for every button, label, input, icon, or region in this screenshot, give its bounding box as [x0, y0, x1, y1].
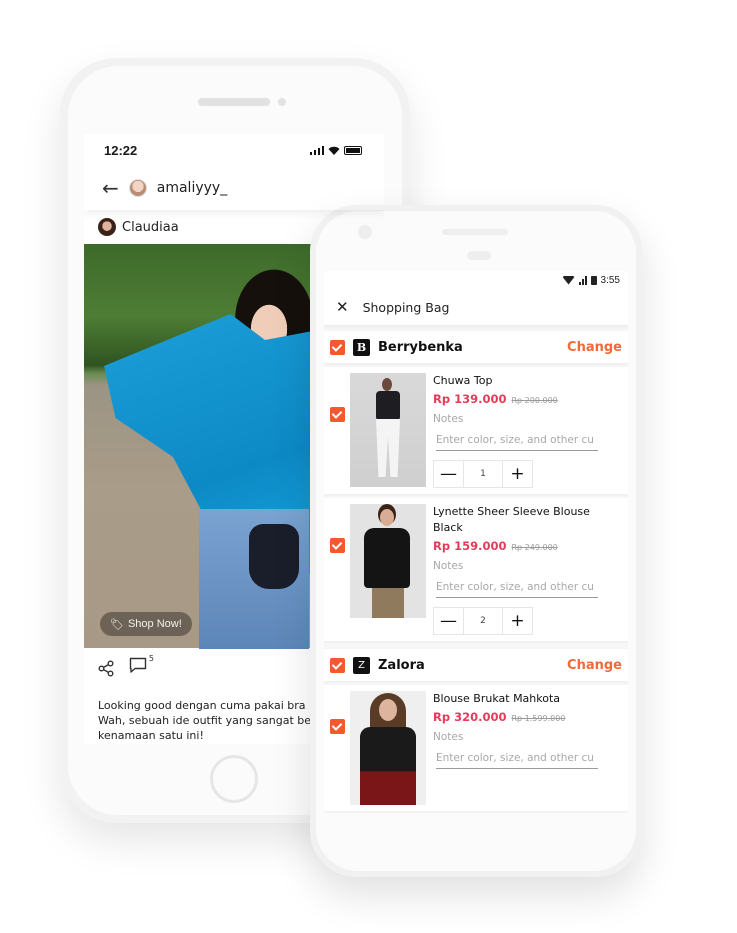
cart-item: Blouse Brukat Mahkota Rp 320.000 Rp 1.59… [324, 685, 628, 811]
shop-now-button[interactable]: 🏷 Shop Now! [100, 612, 192, 636]
app-bar: ✕ Shopping Bag [324, 289, 628, 325]
author-name[interactable]: Claudiaa [122, 220, 179, 235]
decrement-button[interactable]: — [434, 608, 463, 634]
share-icon[interactable] [98, 660, 115, 677]
store-header-zalora: Z Zalora Change [324, 649, 628, 681]
author-avatar[interactable] [98, 218, 116, 236]
notes-input[interactable] [436, 750, 598, 769]
tag-icon: 🏷 [110, 618, 124, 631]
status-bar: 3:55 [324, 271, 628, 289]
user-avatar[interactable] [128, 179, 147, 197]
product-name[interactable]: Blouse Brukat Mahkota [433, 691, 599, 707]
store-checkbox[interactable] [330, 657, 345, 673]
product-price: Rp 320.000 Rp 1.599.000 [433, 710, 599, 724]
store-name: Zalora [378, 657, 425, 673]
increment-button[interactable]: + [503, 461, 532, 487]
sale-price: Rp 139.000 [433, 392, 507, 406]
notes-label: Notes [433, 731, 464, 743]
change-button[interactable]: Change [567, 340, 622, 355]
battery-icon [590, 275, 597, 285]
original-price: Rp 200.000 [511, 396, 558, 405]
product-name[interactable]: Chuwa Top [433, 373, 599, 389]
status-icons [309, 145, 362, 155]
store-name: Berrybenka [378, 339, 463, 355]
store-logo: Z [353, 656, 370, 674]
quantity-stepper: — 1 + [433, 460, 533, 488]
photo-bag [249, 524, 299, 589]
phone-speaker [198, 98, 270, 106]
signal-icon [578, 275, 587, 285]
decrement-button[interactable]: — [434, 461, 463, 487]
home-button[interactable] [210, 755, 258, 803]
change-button[interactable]: Change [567, 658, 622, 673]
quantity-value[interactable]: 1 [463, 461, 503, 487]
wifi-icon [562, 275, 575, 285]
comment-icon [129, 657, 147, 673]
increment-button[interactable]: + [503, 608, 532, 634]
comment-count: 5 [148, 654, 154, 663]
item-checkbox[interactable] [330, 407, 345, 422]
shopping-bag-screen: 3:55 ✕ Shopping Bag B Berrybenka Change … [324, 271, 628, 813]
close-icon[interactable]: ✕ [336, 298, 349, 316]
status-time: 3:55 [600, 274, 620, 286]
sale-price: Rp 320.000 [433, 710, 507, 724]
comment-button[interactable]: 5 [129, 654, 154, 679]
item-checkbox[interactable] [330, 538, 345, 553]
notes-input[interactable] [436, 432, 598, 451]
product-price: Rp 159.000 Rp 249.000 [433, 539, 599, 553]
cart-item: Chuwa Top Rp 139.000 Rp 200.000 Notes — … [324, 367, 628, 494]
store-checkbox[interactable] [330, 339, 345, 355]
header-username[interactable]: amaliyyy_ [157, 180, 227, 196]
back-arrow-icon[interactable]: ← [102, 176, 119, 200]
product-name[interactable]: Lynette Sheer Sleeve Blouse Black [433, 504, 599, 536]
store-header-berrybenka: B Berrybenka Change [324, 331, 628, 363]
phone-camera [278, 98, 286, 106]
phone-camera [358, 225, 372, 239]
shop-now-label: Shop Now! [127, 618, 182, 630]
signal-icon [309, 145, 324, 155]
status-bar: 12:22 [84, 134, 384, 166]
profile-header: ← amaliyyy_ [84, 166, 384, 210]
sale-price: Rp 159.000 [433, 539, 507, 553]
notes-label: Notes [433, 413, 464, 425]
product-image[interactable] [350, 504, 426, 618]
product-price: Rp 139.000 Rp 200.000 [433, 392, 599, 406]
battery-icon [344, 145, 362, 155]
store-logo: B [353, 338, 370, 356]
status-time: 12:22 [104, 142, 138, 158]
original-price: Rp 1.599.000 [511, 714, 566, 723]
phone-speaker [442, 229, 508, 235]
product-image[interactable] [350, 373, 426, 487]
quantity-value[interactable]: 2 [463, 608, 503, 634]
wifi-icon [328, 146, 340, 155]
quantity-stepper: — 2 + [433, 607, 533, 635]
shopping-phone-mockup: 3:55 ✕ Shopping Bag B Berrybenka Change … [310, 205, 642, 877]
phone-sensor [467, 251, 491, 260]
page-title: Shopping Bag [362, 299, 450, 315]
notes-label: Notes [433, 560, 464, 572]
original-price: Rp 249.000 [511, 543, 558, 552]
cart-item: Lynette Sheer Sleeve Blouse Black Rp 159… [324, 498, 628, 641]
item-checkbox[interactable] [330, 719, 345, 734]
notes-input[interactable] [436, 579, 598, 598]
product-image[interactable] [350, 691, 426, 805]
